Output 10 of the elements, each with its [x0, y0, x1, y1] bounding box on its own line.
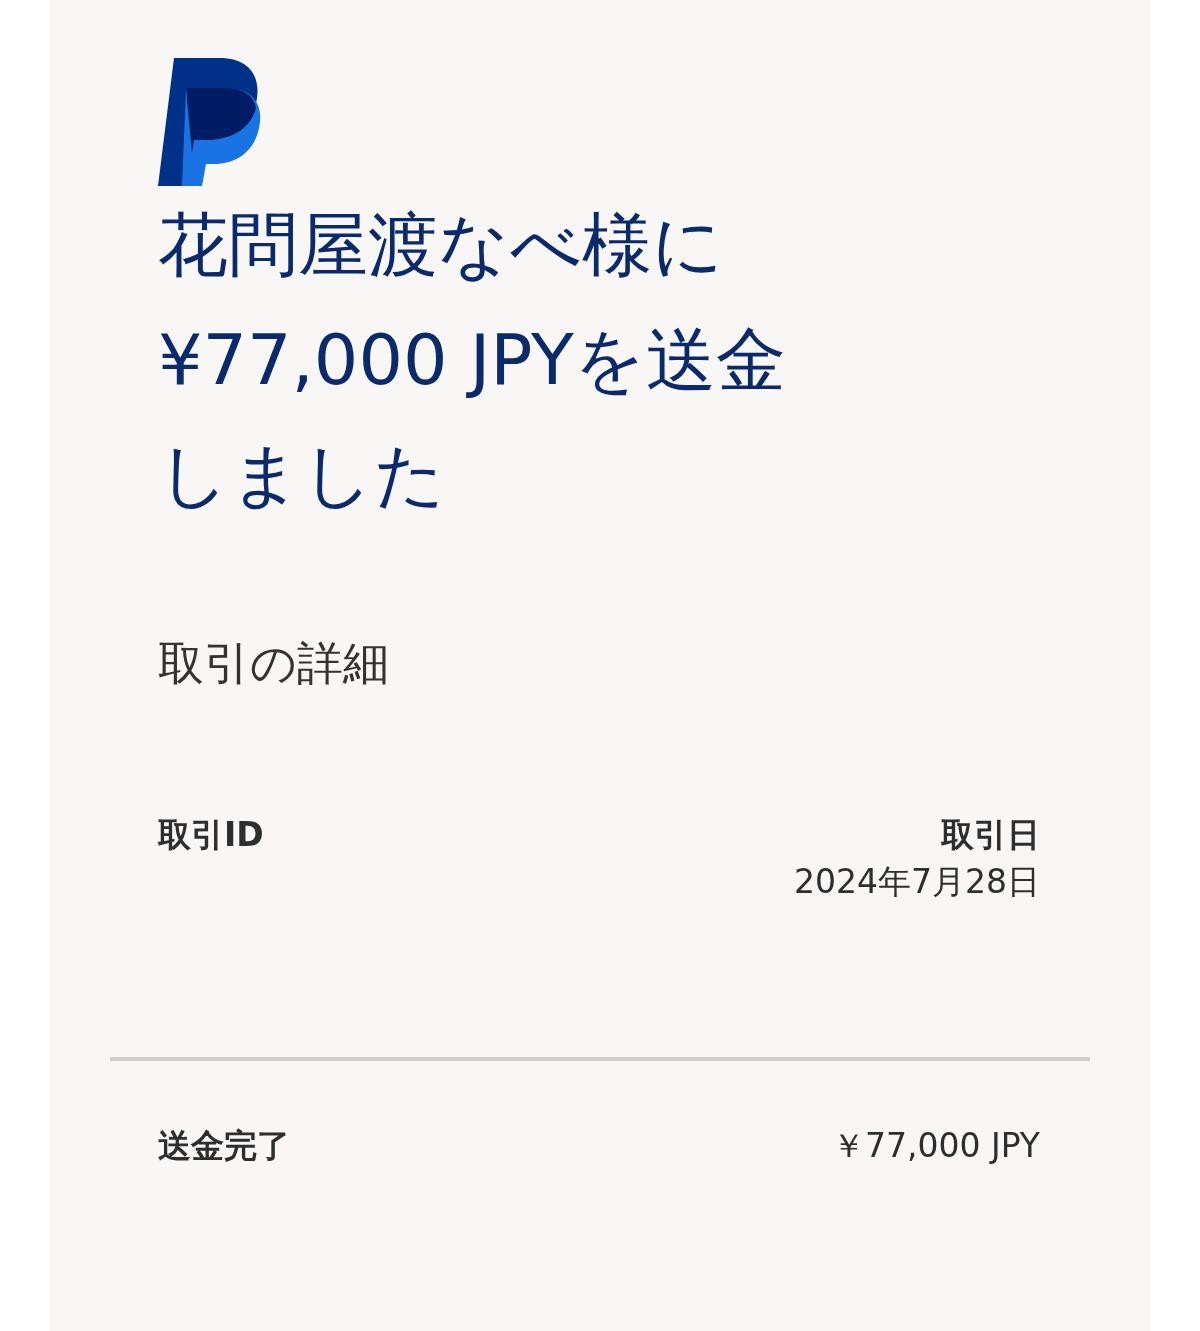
detail-label: 取引日: [940, 814, 1040, 856]
logo-icon: [158, 58, 262, 188]
detail-value: 2024年7月28日: [794, 861, 1040, 903]
status-label: 送金完了: [158, 1125, 290, 1167]
heading-line: ¥77,000 JPYを送金: [158, 318, 786, 403]
amount-text: ￥77,000 JPY: [831, 1125, 1040, 1167]
heading-line: しました: [158, 433, 446, 518]
detail-label: 取引ID: [158, 814, 264, 856]
section-title: 取引の詳細: [158, 635, 389, 692]
heading-line: 花問屋渡なべ様に: [158, 203, 724, 288]
